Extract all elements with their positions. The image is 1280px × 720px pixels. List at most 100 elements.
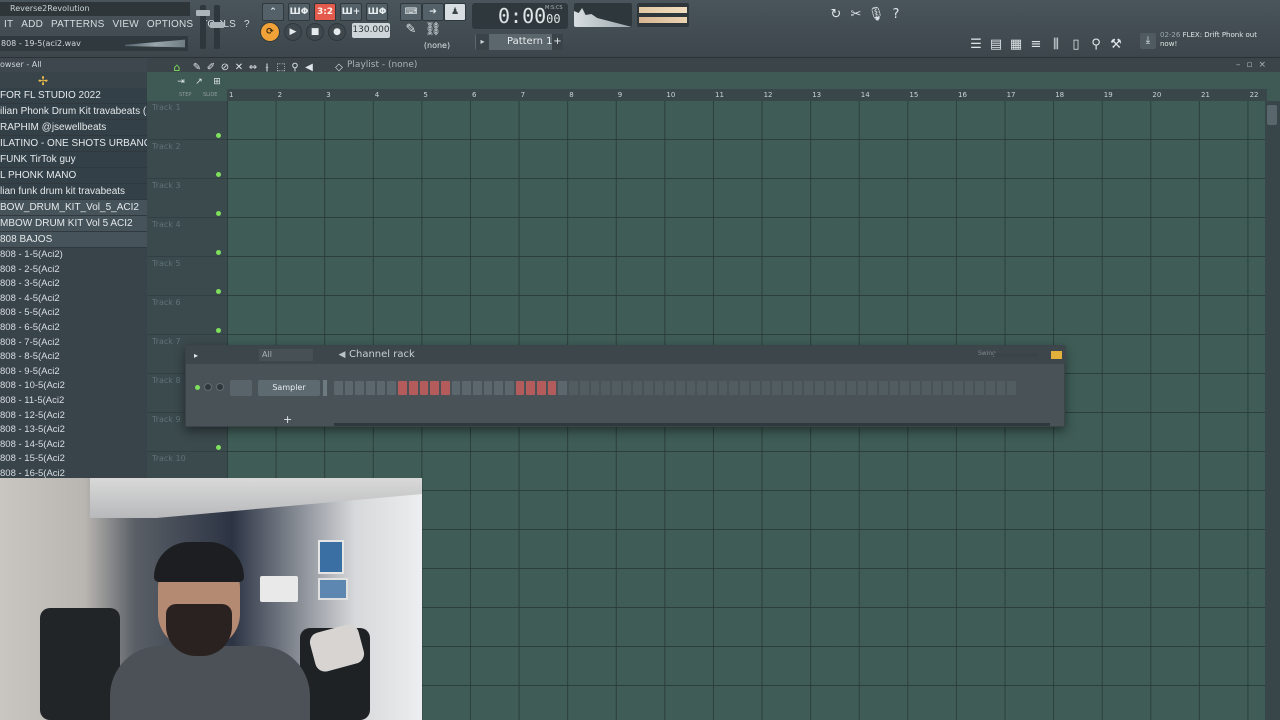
track-led[interactable]: [216, 289, 221, 294]
menu-item-0[interactable]: IT: [0, 17, 17, 33]
step-button[interactable]: [665, 381, 674, 395]
step-button[interactable]: [676, 381, 685, 395]
step-button[interactable]: [440, 381, 450, 395]
browser-file[interactable]: 808 - 12-5(Aci2: [0, 409, 147, 424]
browser-file[interactable]: 808 - 9-5(Aci2: [0, 365, 147, 380]
news-panel[interactable]: 02-26 FLEX: Drift Phonk out now!: [1160, 31, 1270, 53]
step-button[interactable]: [686, 381, 696, 395]
step-button[interactable]: [387, 381, 397, 395]
playlist-icon[interactable]: ☰: [968, 36, 984, 52]
step-button[interactable]: [408, 381, 418, 395]
mixer-icon[interactable]: ≡: [1028, 36, 1044, 52]
step-button[interactable]: [472, 381, 482, 395]
typing-keyboard-icon[interactable]: ⌨: [400, 3, 422, 21]
track-header[interactable]: Track 1: [147, 101, 227, 140]
undo-history-icon[interactable]: ↻: [828, 6, 844, 22]
help-icon[interactable]: ?: [888, 6, 904, 22]
browser-icon[interactable]: ▯: [1068, 36, 1084, 52]
browser-file[interactable]: 808 - 13-5(Aci2: [0, 423, 147, 438]
draw-tool-icon[interactable]: ✎: [403, 21, 419, 37]
browser-folder[interactable]: FUNK TirTok guy: [0, 152, 147, 168]
tempo-display[interactable]: 130.000: [352, 23, 390, 38]
step-button[interactable]: [750, 381, 760, 395]
browser-file[interactable]: 808 - 15-5(Aci2: [0, 452, 147, 467]
menu-item-2[interactable]: PATTERNS: [47, 17, 108, 33]
browser-file[interactable]: 808 - 11-5(Aci2: [0, 394, 147, 409]
play-button[interactable]: ▶: [284, 23, 302, 41]
snap-selector[interactable]: (none): [420, 40, 454, 52]
playlist-arrow-icon[interactable]: ◇: [331, 59, 347, 75]
channel-select[interactable]: [323, 380, 327, 396]
step-button[interactable]: [953, 381, 963, 395]
browser-file[interactable]: 808 - 7-5(Aci2: [0, 336, 147, 351]
step-button[interactable]: [376, 381, 386, 395]
browser-folder[interactable]: ilian Phonk Drum Kit travabeats (1): [0, 104, 147, 120]
browser-folder[interactable]: FOR FL STUDIO 2022: [0, 88, 147, 104]
track-header[interactable]: Track 5: [147, 257, 227, 296]
channel-pan-knob[interactable]: [216, 383, 224, 391]
microphone-icon[interactable]: 🎙: [868, 6, 885, 22]
step-button[interactable]: [643, 381, 653, 395]
step-button[interactable]: [366, 381, 375, 395]
grid-tool-icon[interactable]: ⊞: [209, 74, 225, 90]
browser-file[interactable]: 808 - 3-5(Aci2: [0, 277, 147, 292]
playlist-scrollbar[interactable]: [1265, 101, 1280, 720]
step-button[interactable]: [911, 381, 920, 395]
step-button[interactable]: [943, 381, 952, 395]
step-button[interactable]: [494, 381, 503, 395]
step-button[interactable]: [569, 381, 578, 395]
step-button[interactable]: [547, 381, 557, 395]
step-edit-icon[interactable]: ➔: [422, 3, 444, 21]
menu-item-3[interactable]: VIEW: [108, 17, 142, 33]
step-button[interactable]: [772, 381, 781, 395]
step-button[interactable]: [515, 381, 525, 395]
track-header[interactable]: Track 3: [147, 179, 227, 218]
browser-folder[interactable]: MBOW DRUM KIT Vol 5 ACI2: [0, 216, 147, 232]
step-button[interactable]: [932, 381, 942, 395]
track-led[interactable]: [216, 133, 221, 138]
step-button[interactable]: [505, 381, 514, 395]
channel-volume-knob[interactable]: [204, 383, 212, 391]
step-button[interactable]: [430, 381, 439, 395]
step-button[interactable]: [579, 381, 589, 395]
step-button[interactable]: [355, 381, 365, 395]
browser-folder[interactable]: ILATINO - ONE SHOTS URBANOS VOL. 2: [0, 136, 147, 152]
add-channel-button[interactable]: +: [283, 414, 292, 425]
browser-file[interactable]: 808 - 6-5(Aci2: [0, 321, 147, 336]
window-controls[interactable]: –▫×: [1236, 58, 1272, 72]
tools-icon[interactable]: ⚒: [1108, 36, 1124, 52]
step-button[interactable]: [847, 381, 856, 395]
step-button[interactable]: [1007, 381, 1016, 395]
pattern-song-toggle[interactable]: 3:2: [314, 3, 336, 21]
rack-menu-icon[interactable]: ▸: [188, 347, 204, 363]
browser-folder[interactable]: BOW_DRUM_KIT_Vol_5_ACI2: [0, 200, 147, 216]
step-button[interactable]: [601, 381, 610, 395]
snap-arrow-icon[interactable]: ⇥: [173, 74, 189, 90]
blend-notes-icon[interactable]: Ш+: [340, 3, 362, 21]
step-button[interactable]: [654, 381, 664, 395]
pattern-add-icon[interactable]: +: [552, 34, 563, 50]
browser-folder[interactable]: RAPHIM @jsewellbeats: [0, 120, 147, 136]
loop-record-icon[interactable]: ШΦ: [366, 3, 388, 21]
step-button[interactable]: [836, 381, 845, 395]
countdown-icon[interactable]: ♟: [444, 3, 466, 21]
step-button[interactable]: [729, 381, 739, 395]
add-folder-icon[interactable]: ✢: [38, 75, 48, 87]
step-button[interactable]: [590, 381, 600, 395]
master-pitch-handle[interactable]: [210, 22, 224, 28]
browser-file[interactable]: 808 - 14-5(Aci2: [0, 438, 147, 453]
browser-folder[interactable]: L PHONK MANO: [0, 168, 147, 184]
faders-icon[interactable]: ⫼: [1048, 36, 1064, 52]
speaker-icon[interactable]: ◀: [301, 59, 317, 75]
browser-file[interactable]: 808 - 1-5(Aci2): [0, 248, 147, 263]
track-led[interactable]: [216, 328, 221, 333]
metronome-icon[interactable]: ⌃: [262, 3, 284, 21]
piano-roll-icon[interactable]: ▦: [1008, 36, 1024, 52]
cut-tools-icon[interactable]: ✂: [848, 6, 864, 22]
track-led[interactable]: [216, 250, 221, 255]
wait-input-icon[interactable]: ШΦ: [288, 3, 310, 21]
track-header[interactable]: Track 4: [147, 218, 227, 257]
link-icon[interactable]: ⛓: [425, 21, 442, 37]
stop-button[interactable]: ■: [306, 23, 324, 41]
step-button[interactable]: [868, 381, 878, 395]
